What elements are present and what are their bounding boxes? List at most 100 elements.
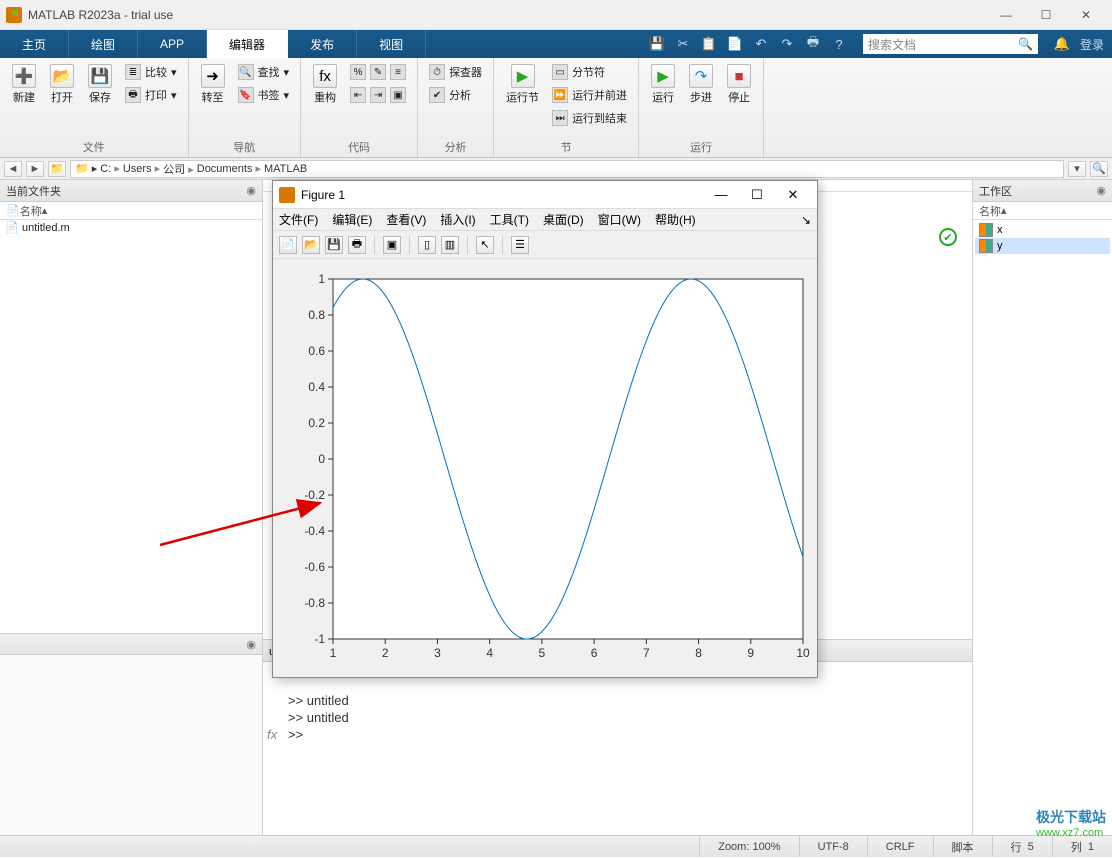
svg-text:1: 1 xyxy=(318,272,325,286)
fig-menu-file[interactable]: 文件(F) xyxy=(279,211,318,228)
print-button[interactable]: 🖶打印 ▾ xyxy=(122,85,180,105)
paste-icon[interactable]: 📄 xyxy=(727,36,743,52)
ribbon-group-code: fx重构 %✎≡ ⇤⇥▣ 代码 xyxy=(301,58,418,157)
command-window[interactable]: >> untitled >> untitled fx>> xyxy=(263,662,972,835)
save-button[interactable]: 💾保存 xyxy=(84,62,116,107)
search-docs-input[interactable]: 搜索文档 🔍 xyxy=(863,34,1038,54)
search-placeholder: 搜索文档 xyxy=(868,36,1018,53)
fig-tool4-icon[interactable]: ☰ xyxy=(511,236,529,254)
fig-menu-help[interactable]: 帮助(H) xyxy=(655,211,696,228)
run-to-end-button[interactable]: ⏭运行到结束 xyxy=(549,108,630,128)
tab-app[interactable]: APP xyxy=(138,30,207,58)
status-encoding[interactable]: UTF-8 xyxy=(799,836,867,857)
fig-pointer-icon[interactable]: ↖ xyxy=(476,236,494,254)
fig-menu-edit[interactable]: 编辑(E) xyxy=(332,211,372,228)
workspace-var[interactable]: x xyxy=(975,222,1110,238)
run-section-button[interactable]: ▶运行节 xyxy=(502,62,543,107)
svg-text:8: 8 xyxy=(695,646,702,660)
matlab-logo-icon xyxy=(6,7,22,23)
refactor-button[interactable]: fx重构 xyxy=(309,62,341,107)
fig-open-icon[interactable]: 📂 xyxy=(302,236,320,254)
status-ok-icon[interactable]: ✔ xyxy=(939,228,957,246)
fig-minimize-button[interactable]: — xyxy=(703,187,739,202)
ribbon-group-nav: ➜转至 🔍查找 ▾ 🔖书签 ▾ 导航 xyxy=(189,58,302,157)
print-icon[interactable]: 🖶 xyxy=(805,36,821,52)
figure-titlebar[interactable]: Figure 1 — ☐ ✕ xyxy=(273,181,817,209)
fig-new-icon[interactable]: 📄 xyxy=(279,236,297,254)
undo-icon[interactable]: ↶ xyxy=(753,36,769,52)
figure-window[interactable]: Figure 1 — ☐ ✕ 文件(F) 编辑(E) 查看(V) 插入(I) 工… xyxy=(272,180,818,678)
fig-menu-desktop[interactable]: 桌面(D) xyxy=(543,211,584,228)
workspace-column-header[interactable]: 名称 ▴ xyxy=(973,202,1112,220)
fig-close-button[interactable]: ✕ xyxy=(775,187,811,203)
maximize-button[interactable]: ☐ xyxy=(1026,1,1066,29)
tab-publish[interactable]: 发布 xyxy=(288,30,357,58)
login-link[interactable]: 登录 xyxy=(1080,36,1104,53)
svg-text:2: 2 xyxy=(382,646,389,660)
open-button[interactable]: 📂打开 xyxy=(46,62,78,107)
code-tool1[interactable]: %✎≡ xyxy=(347,62,409,82)
ribbon: ➕新建 📂打开 💾保存 ≣比较 ▾ 🖶打印 ▾ 文件 ➜转至 🔍查找 ▾ 🔖书签… xyxy=(0,58,1112,158)
stop-button[interactable]: ■停止 xyxy=(723,62,755,107)
tab-plot[interactable]: 绘图 xyxy=(69,30,138,58)
new-button[interactable]: ➕新建 xyxy=(8,62,40,107)
code-tool2[interactable]: ⇤⇥▣ xyxy=(347,85,409,105)
find-button[interactable]: 🔍查找 ▾ xyxy=(235,62,293,82)
quick-access-toolbar: 💾 ✂ 📋 📄 ↶ ↷ 🖶 ? 搜索文档 🔍 🔔 登录 xyxy=(641,30,1112,58)
svg-text:0.4: 0.4 xyxy=(308,380,325,394)
path-dropdown[interactable]: ▾ xyxy=(1068,161,1086,177)
fig-menu-more-icon[interactable]: ↘ xyxy=(801,213,811,227)
tab-editor[interactable]: 编辑器 xyxy=(207,30,288,58)
tab-home[interactable]: 主页 xyxy=(0,30,69,58)
step-button[interactable]: ↷步进 xyxy=(685,62,717,107)
status-zoom[interactable]: Zoom: 100% xyxy=(699,836,798,857)
run-button[interactable]: ▶运行 xyxy=(647,62,679,107)
profiler-button[interactable]: ⏱探查器 xyxy=(426,62,485,82)
panel-menu-icon[interactable]: ◉ xyxy=(246,184,256,197)
status-bar: Zoom: 100% UTF-8 CRLF 脚本 行 5 列 1 xyxy=(0,835,1112,857)
status-eol[interactable]: CRLF xyxy=(867,836,933,857)
fig-print-icon[interactable]: 🖶 xyxy=(348,236,366,254)
analyze-button[interactable]: ✔分析 xyxy=(426,85,485,105)
fig-menu-view[interactable]: 查看(V) xyxy=(386,211,426,228)
cut-icon[interactable]: ✂ xyxy=(675,36,691,52)
file-item[interactable]: untitled.m xyxy=(0,220,262,236)
minimize-button[interactable]: — xyxy=(986,1,1026,29)
path-breadcrumb[interactable]: 📁 ▸ C: Users 公司 Documents MATLAB xyxy=(70,160,1064,178)
search-icon[interactable]: 🔍 xyxy=(1018,37,1033,51)
nav-back-button[interactable]: ◄ xyxy=(4,161,22,177)
compare-button[interactable]: ≣比较 ▾ xyxy=(122,62,180,82)
help-icon[interactable]: ? xyxy=(831,36,847,52)
svg-text:6: 6 xyxy=(591,646,598,660)
svg-text:0.8: 0.8 xyxy=(308,308,325,322)
copy-icon[interactable]: 📋 xyxy=(701,36,717,52)
panel-menu-icon[interactable]: ◉ xyxy=(1096,184,1106,197)
svg-text:5: 5 xyxy=(539,646,546,660)
run-advance-button[interactable]: ⏩运行并前进 xyxy=(549,85,630,105)
fig-tool3-icon[interactable]: ▥ xyxy=(441,236,459,254)
save-icon[interactable]: 💾 xyxy=(649,36,665,52)
folder-column-header[interactable]: 📄 名称 ▴ xyxy=(0,202,262,220)
fig-menu-insert[interactable]: 插入(I) xyxy=(440,211,475,228)
nav-fwd-button[interactable]: ► xyxy=(26,161,44,177)
svg-text:10: 10 xyxy=(796,646,810,660)
workspace-var[interactable]: y xyxy=(975,238,1110,254)
fx-icon[interactable]: fx xyxy=(267,726,277,743)
fig-menu-window[interactable]: 窗口(W) xyxy=(598,211,641,228)
tab-view[interactable]: 视图 xyxy=(357,30,426,58)
nav-up-button[interactable]: 📁 xyxy=(48,161,66,177)
fig-save-icon[interactable]: 💾 xyxy=(325,236,343,254)
redo-icon[interactable]: ↷ xyxy=(779,36,795,52)
fig-menu-tools[interactable]: 工具(T) xyxy=(490,211,529,228)
fig-tool1-icon[interactable]: ▣ xyxy=(383,236,401,254)
goto-button[interactable]: ➜转至 xyxy=(197,62,229,107)
workspace-list: x y xyxy=(973,220,1112,256)
bookmark-button[interactable]: 🔖书签 ▾ xyxy=(235,85,293,105)
figure-toolbar: 📄 📂 💾 🖶 ▣ ▯ ▥ ↖ ☰ xyxy=(273,231,817,259)
path-search-icon[interactable]: 🔍 xyxy=(1090,161,1108,177)
fig-maximize-button[interactable]: ☐ xyxy=(739,187,775,203)
bell-icon[interactable]: 🔔 xyxy=(1054,36,1070,52)
close-button[interactable]: ✕ xyxy=(1066,1,1106,29)
section-break-button[interactable]: ▭分节符 xyxy=(549,62,630,82)
fig-tool2-icon[interactable]: ▯ xyxy=(418,236,436,254)
